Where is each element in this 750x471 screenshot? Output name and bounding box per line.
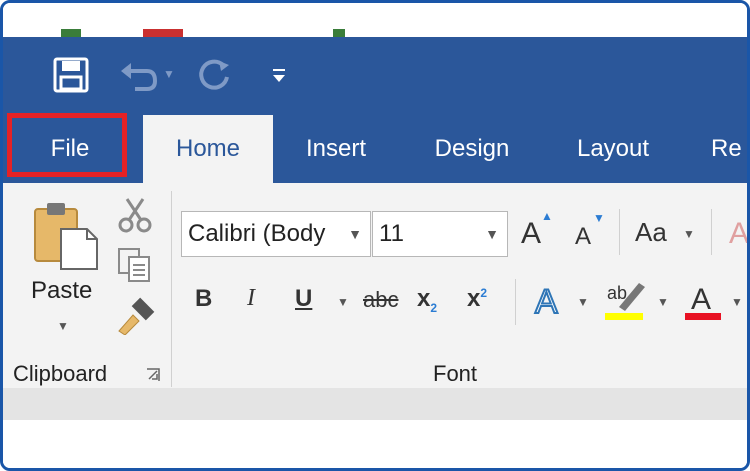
grow-font-button[interactable]: A ▲ [521, 209, 553, 251]
subscript-base: x [417, 285, 431, 312]
top-strip [3, 3, 747, 39]
shrink-arrow-icon: ▼ [593, 211, 605, 225]
group-divider [171, 191, 172, 387]
grow-arrow-icon: ▲ [541, 209, 553, 223]
text-effects-glyph: A [535, 283, 558, 321]
font-size-value: 11 [379, 220, 404, 247]
tab-layout[interactable]: Layout [553, 115, 673, 183]
underline-button[interactable]: U [295, 285, 312, 313]
shrink-font-glyph: A [575, 223, 592, 250]
subscript-index: 2 [430, 300, 438, 315]
font-group-label: Font [433, 361, 478, 386]
divider [619, 209, 620, 255]
highlight-glyph: ab [607, 283, 627, 303]
divider [711, 209, 712, 255]
tab-file[interactable]: File [3, 115, 137, 183]
svg-text:A: A [729, 217, 747, 250]
dialog-launcher-icon[interactable] [145, 367, 161, 388]
font-color-icon[interactable]: A [685, 279, 725, 328]
highlight-icon[interactable]: ab [605, 279, 649, 328]
copy-icon[interactable] [117, 247, 153, 288]
scissors-icon[interactable] [117, 197, 153, 238]
tab-home[interactable]: Home [143, 115, 273, 183]
undo-icon[interactable] [119, 59, 159, 98]
change-case-button[interactable]: Aa [635, 217, 667, 248]
superscript-index: 2 [480, 286, 488, 300]
paste-label[interactable]: Paste [31, 277, 92, 305]
clipboard-paste-icon[interactable] [31, 201, 101, 276]
font-name-combo[interactable]: Calibri (Body ▼ [181, 211, 371, 257]
strip-accent [143, 29, 183, 37]
superscript-base: x [467, 285, 481, 312]
quick-access-toolbar: ▼ [3, 37, 747, 115]
highlight-dropdown-icon[interactable]: ▼ [657, 295, 669, 309]
strip-accent [61, 29, 81, 37]
clipboard-group-label: Clipboard [13, 361, 108, 386]
save-icon[interactable] [53, 57, 89, 98]
redo-icon[interactable] [197, 57, 233, 98]
customize-quick-access-icon[interactable] [271, 67, 287, 90]
window-frame: ▼ File Home Insert Design Layout Re Past… [0, 0, 750, 471]
italic-button[interactable]: I [247, 285, 255, 312]
ribbon-home: Paste ▼ Clipboard Calibri (Body ▼ 11 ▼ A… [3, 183, 747, 388]
paste-dropdown-icon[interactable]: ▼ [57, 319, 69, 333]
chevron-down-icon[interactable]: ▼ [348, 212, 362, 256]
document-area [3, 420, 747, 468]
strip-accent [333, 29, 345, 37]
superscript-button[interactable]: x2 [467, 285, 487, 313]
ribbon-tabs: File Home Insert Design Layout Re [3, 115, 747, 183]
bold-button[interactable]: B [195, 285, 212, 313]
font-color-glyph: A [691, 283, 711, 316]
strikethrough-button[interactable]: abc [363, 287, 398, 313]
grow-font-glyph: A [521, 217, 542, 250]
text-effects-icon[interactable]: A [531, 279, 571, 328]
tab-design[interactable]: Design [409, 115, 535, 183]
chevron-down-icon[interactable]: ▼ [485, 212, 499, 256]
shrink-font-button[interactable]: A ▼ [575, 211, 605, 251]
format-painter-icon[interactable] [115, 295, 155, 340]
font-color-dropdown-icon[interactable]: ▼ [731, 295, 743, 309]
font-size-combo[interactable]: 11 ▼ [372, 211, 508, 257]
undo-dropdown-icon[interactable]: ▼ [163, 67, 175, 81]
change-case-dropdown-icon[interactable]: ▼ [683, 227, 695, 241]
underline-dropdown-icon[interactable]: ▼ [337, 295, 349, 309]
tab-references[interactable]: Re [711, 115, 747, 183]
text-effects-dropdown-icon[interactable]: ▼ [577, 295, 589, 309]
ruler-area [3, 388, 747, 420]
tab-insert[interactable]: Insert [283, 115, 389, 183]
divider [515, 279, 516, 325]
clear-formatting-icon[interactable]: A [727, 211, 747, 251]
subscript-button[interactable]: x2 [417, 285, 437, 315]
font-name-value: Calibri (Body [188, 220, 326, 247]
